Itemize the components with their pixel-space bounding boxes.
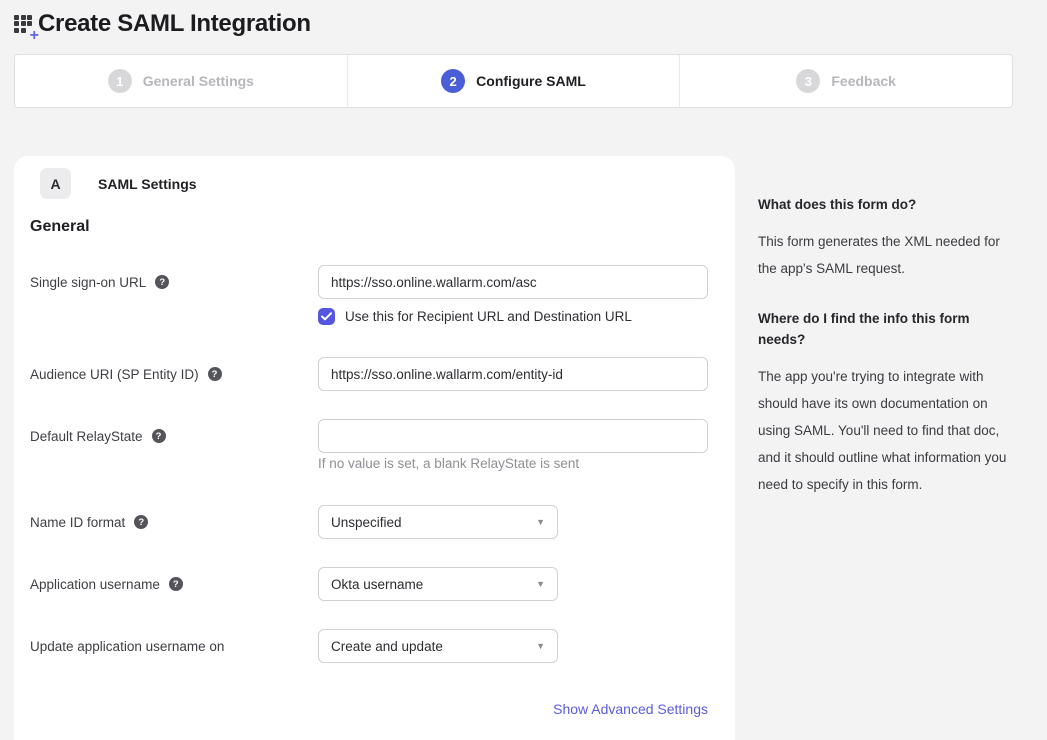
sso-url-label: Single sign-on URL ?: [30, 265, 169, 299]
page-header: + Create SAML Integration: [14, 5, 311, 43]
sso-url-help-icon[interactable]: ?: [155, 275, 169, 289]
application-username-label-text: Application username: [30, 577, 160, 592]
recipient-url-checkbox[interactable]: [318, 308, 335, 325]
step-2-circle: 2: [441, 69, 465, 93]
name-id-format-label: Name ID format ?: [30, 505, 148, 539]
relay-state-label-text: Default RelayState: [30, 429, 143, 444]
application-username-help-icon[interactable]: ?: [169, 577, 183, 591]
recipient-url-checkbox-row: Use this for Recipient URL and Destinati…: [318, 308, 632, 325]
update-app-username-label-text: Update application username on: [30, 639, 224, 654]
app-grid-plus-icon: +: [14, 15, 35, 36]
audience-uri-label-text: Audience URI (SP Entity ID): [30, 367, 199, 382]
audience-uri-input[interactable]: [318, 357, 708, 391]
step-2-label: Configure SAML: [476, 73, 586, 89]
name-id-format-help-icon[interactable]: ?: [134, 515, 148, 529]
sidebar-heading-where: Where do I find the info this form needs…: [758, 308, 1014, 350]
checkmark-icon: [321, 312, 332, 321]
step-3-label: Feedback: [831, 73, 896, 89]
update-app-username-label: Update application username on: [30, 629, 224, 663]
create-saml-integration-page: + Create SAML Integration 1 General Sett…: [0, 0, 1047, 740]
step-tab-feedback[interactable]: 3 Feedback: [680, 55, 1012, 107]
chevron-down-icon: ▼: [536, 518, 545, 527]
application-username-label: Application username ?: [30, 567, 183, 601]
name-id-format-select[interactable]: Unspecified ▼: [318, 505, 558, 539]
show-advanced-settings-link[interactable]: Show Advanced Settings: [553, 701, 708, 717]
step-1-circle: 1: [108, 69, 132, 93]
audience-uri-label: Audience URI (SP Entity ID) ?: [30, 357, 222, 391]
saml-settings-panel: A SAML Settings General Single sign-on U…: [14, 156, 735, 740]
step-3-circle: 3: [796, 69, 820, 93]
step-tab-configure-saml[interactable]: 2 Configure SAML: [348, 55, 681, 107]
relay-state-hint: If no value is set, a blank RelayState i…: [318, 456, 579, 471]
chevron-down-icon: ▼: [536, 580, 545, 589]
relay-state-label: Default RelayState ?: [30, 419, 166, 453]
chevron-down-icon: ▼: [536, 642, 545, 651]
sidebar-heading-what: What does this form do?: [758, 194, 1014, 215]
sso-url-label-text: Single sign-on URL: [30, 275, 146, 290]
help-sidebar: What does this form do? This form genera…: [758, 194, 1014, 524]
group-title-general: General: [30, 218, 90, 236]
recipient-url-checkbox-label[interactable]: Use this for Recipient URL and Destinati…: [345, 309, 632, 324]
update-app-username-value: Create and update: [331, 639, 443, 654]
update-app-username-select[interactable]: Create and update ▼: [318, 629, 558, 663]
section-header: A SAML Settings: [40, 168, 197, 199]
section-title: SAML Settings: [98, 176, 197, 192]
section-badge: A: [40, 168, 71, 199]
sidebar-body-where: The app you're trying to integrate with …: [758, 363, 1014, 498]
sidebar-body-what: This form generates the XML needed for t…: [758, 228, 1014, 282]
audience-uri-help-icon[interactable]: ?: [208, 367, 222, 381]
page-title: Create SAML Integration: [38, 10, 311, 38]
sso-url-input[interactable]: [318, 265, 708, 299]
name-id-format-value: Unspecified: [331, 515, 402, 530]
step-1-label: General Settings: [143, 73, 254, 89]
application-username-value: Okta username: [331, 577, 423, 592]
wizard-steps: 1 General Settings 2 Configure SAML 3 Fe…: [14, 54, 1013, 108]
relay-state-help-icon[interactable]: ?: [152, 429, 166, 443]
step-tab-general-settings[interactable]: 1 General Settings: [15, 55, 348, 107]
application-username-select[interactable]: Okta username ▼: [318, 567, 558, 601]
name-id-format-label-text: Name ID format: [30, 515, 125, 530]
relay-state-input[interactable]: [318, 419, 708, 453]
